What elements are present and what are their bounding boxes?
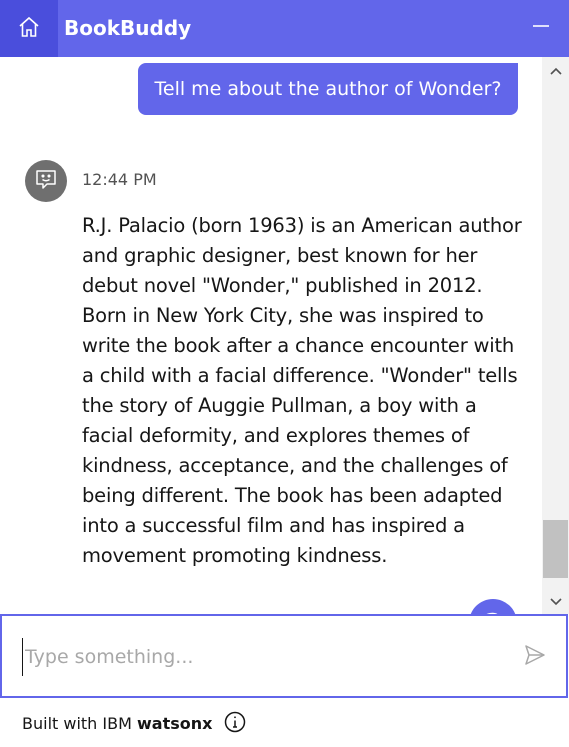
bot-message-text: R.J. Palacio (born 1963) is an American … [82,214,522,567]
message-input[interactable] [22,638,492,676]
help-button[interactable]: ? [469,599,517,614]
chevron-down-icon [549,592,563,611]
help-icon: ? [485,607,501,615]
send-button[interactable] [522,644,548,670]
bot-avatar-icon [34,167,58,195]
bot-avatar [25,160,67,202]
footer-prefix: Built with IBM [22,714,137,733]
chevron-up-icon [549,61,563,80]
footer-brand: watsonx [136,714,213,733]
minimize-icon [532,17,550,39]
send-icon [524,644,546,670]
scrollbar-thumb[interactable] [543,520,568,578]
user-message-bubble: Tell me about the author of Wonder? [138,63,518,115]
scroll-up-button[interactable] [542,57,569,83]
chat-scrollbar[interactable] [542,57,569,614]
chat-footer: Built with IBM watsonx [0,698,569,747]
home-icon [17,15,41,43]
scroll-down-button[interactable] [542,588,569,614]
message-timestamp: 12:44 PM [82,170,157,189]
home-button[interactable] [0,0,58,57]
app-title: BookBuddy [64,16,192,40]
message-input-container [0,614,568,698]
info-button[interactable] [224,711,246,737]
chat-message-area: Tell me about the author of Wonder? 12:4… [0,57,542,614]
minimize-button[interactable] [527,14,555,42]
chat-header: BookBuddy [0,0,569,57]
footer-attribution: Built with IBM watsonx [22,714,212,733]
info-icon [224,711,246,737]
